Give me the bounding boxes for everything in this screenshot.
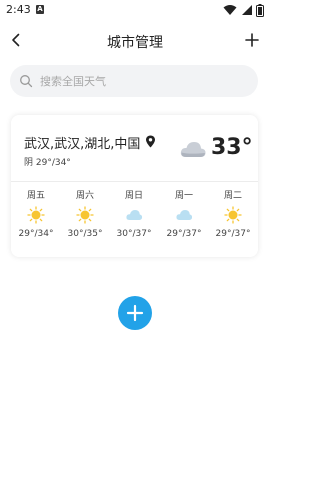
sun-icon [76,206,94,224]
city-weather-card[interactable]: 武汉,武汉,湖北,中国 阴 29°/34° 33° 周五 29°/34° 周六 [11,115,258,257]
sun-icon [27,206,45,224]
forecast-temp: 29°/37° [215,229,251,239]
forecast-day: 周一 29°/37° [159,187,209,239]
cloud-icon [176,210,193,220]
card-divider [11,181,258,182]
city-location: 武汉,武汉,湖北,中国 [24,137,141,152]
page-title: 城市管理 [107,35,163,51]
forecast-day-name: 周日 [124,191,143,201]
status-bar: 2:43 A [0,0,270,20]
forecast-day: 周二 29°/37° [208,187,258,239]
forecast-temp: 30°/37° [116,229,152,239]
status-time: 2:43 [6,3,31,16]
plus-icon [126,304,144,322]
forecast-day: 周日 30°/37° [109,187,159,239]
sun-icon [224,206,242,224]
search-bar[interactable] [10,65,258,97]
forecast-day: 周六 30°/35° [60,187,110,239]
notification-a-icon: A [36,5,44,14]
cloud-icon [126,210,143,220]
forecast-day-name: 周二 [223,191,242,201]
status-icons [223,3,264,17]
forecast-day-name: 周五 [26,191,45,201]
location-pin-icon [146,135,155,148]
add-city-icon[interactable] [244,32,260,48]
current-temperature: 33° [211,135,253,160]
search-input[interactable] [40,65,250,97]
signal-icon [241,5,252,15]
forecast-day-name: 周六 [75,191,94,201]
weather-summary: 阴 29°/34° [24,158,71,168]
battery-icon [256,3,264,17]
add-city-button[interactable] [118,296,152,330]
forecast-temp: 30°/35° [67,229,103,239]
forecast-temp: 29°/34° [18,229,54,239]
forecast-day: 周五 29°/34° [11,187,61,239]
search-icon [20,75,33,88]
forecast-temp: 29°/37° [166,229,202,239]
wifi-icon [223,5,237,15]
forecast-day-name: 周一 [174,191,193,201]
forecast-row: 周五 29°/34° 周六 30°/35° 周日 30°/37° 周一 29°/… [11,187,258,247]
cloud-icon [180,142,206,157]
top-bar: 城市管理 [0,24,270,58]
